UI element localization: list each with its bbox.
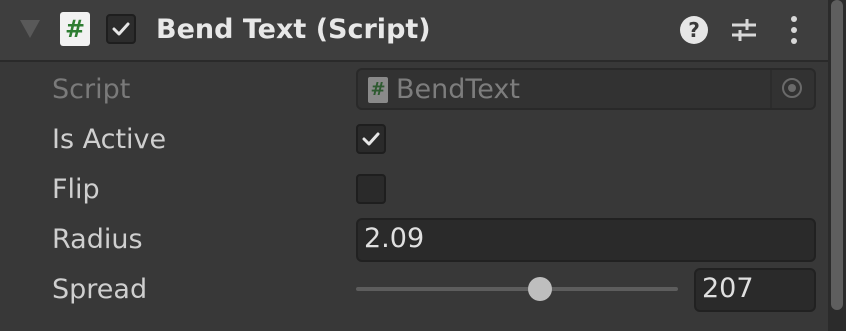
object-picker-button[interactable] [770,70,814,108]
flip-checkbox[interactable] [356,174,386,204]
component-title: Bend Text (Script) [156,14,431,45]
flip-label: Flip [52,174,100,205]
help-icon[interactable]: ? [680,16,708,44]
spread-slider-track[interactable] [356,287,678,291]
spread-slider-thumb[interactable] [527,277,552,301]
presets-icon[interactable] [730,16,758,44]
script-label: Script [52,74,131,105]
scrollbar-thumb[interactable] [831,0,843,310]
spread-input[interactable]: 207 [694,268,816,312]
script-file-icon: # [368,77,388,103]
script-icon: # [60,12,90,46]
kebab-menu-icon[interactable] [788,14,800,46]
is-active-label: Is Active [52,124,167,155]
component-enabled-checkbox[interactable] [106,14,136,44]
checkmark-icon [362,132,380,146]
is-active-checkbox[interactable] [356,124,386,154]
radius-label: Radius [52,224,143,255]
checkmark-icon [112,22,130,36]
component-header[interactable]: # Bend Text (Script) ? [0,0,828,62]
inspector-panel: # Bend Text (Script) ? Script # BendText [0,0,828,331]
foldout-arrow-icon[interactable] [20,20,40,38]
spread-label: Spread [52,274,148,305]
script-object-field[interactable]: # BendText [356,68,816,110]
script-object-value: BendText [396,74,520,105]
radius-input[interactable]: 2.09 [356,218,816,262]
